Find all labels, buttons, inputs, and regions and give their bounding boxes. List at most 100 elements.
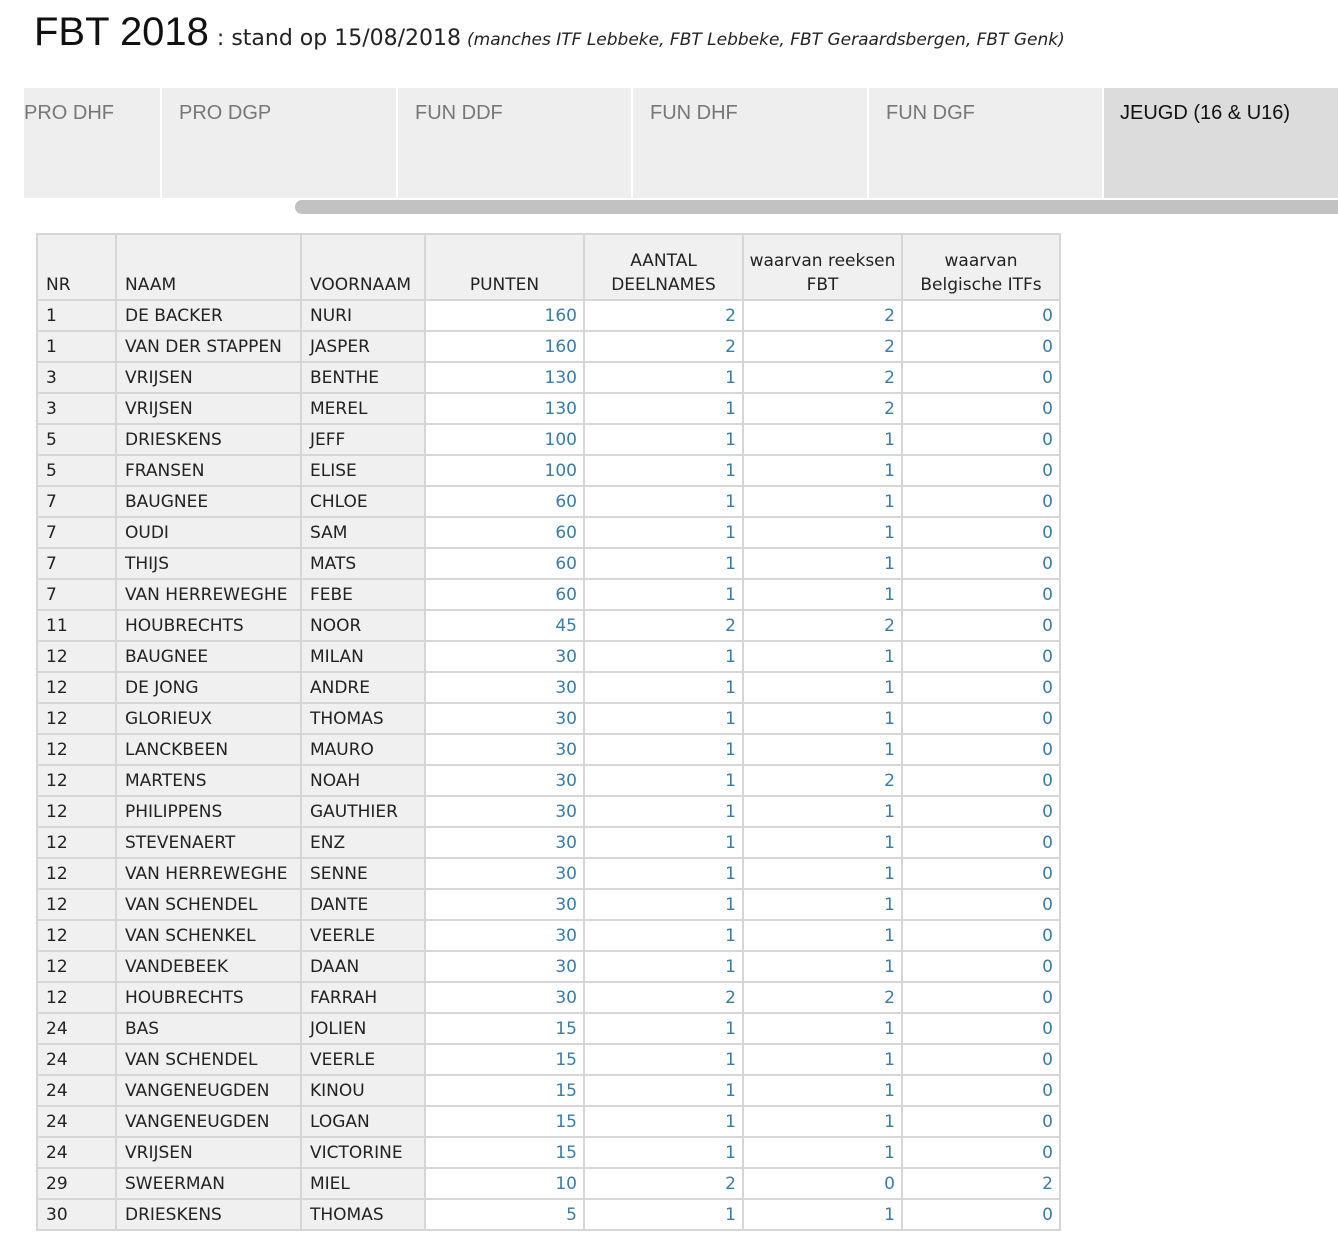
table-row: 12 HOUBRECHTS FARRAH 30 2 2 0 xyxy=(36,981,1061,1014)
cell-reeksen-fbt: 0 xyxy=(742,1167,903,1200)
cell-naam: VAN SCHENKEL xyxy=(115,919,302,952)
cell-aantal-deelnames: 1 xyxy=(583,1043,744,1076)
cell-naam: DE JONG xyxy=(115,671,302,704)
cell-belgische-itfs: 0 xyxy=(901,702,1061,735)
cell-nr: 12 xyxy=(36,795,117,828)
cell-voornaam: CHLOE xyxy=(300,485,426,518)
cell-nr: 24 xyxy=(36,1074,117,1107)
cell-aantal-deelnames: 2 xyxy=(583,330,744,363)
table-row: 24 VANGENEUGDEN KINOU 15 1 1 0 xyxy=(36,1074,1061,1107)
cell-punten: 60 xyxy=(424,578,585,611)
cell-aantal-deelnames: 2 xyxy=(583,1167,744,1200)
cell-aantal-deelnames: 1 xyxy=(583,1198,744,1231)
tab-jeugd[interactable]: JEUGD (16 & U16) xyxy=(1104,88,1338,198)
cell-belgische-itfs: 0 xyxy=(901,485,1061,518)
table-row: 7 VAN HERREWEGHE FEBE 60 1 1 0 xyxy=(36,578,1061,611)
cell-aantal-deelnames: 1 xyxy=(583,733,744,766)
cell-belgische-itfs: 0 xyxy=(901,516,1061,549)
cell-naam: OUDI xyxy=(115,516,302,549)
column-header-nr: NR xyxy=(36,234,117,300)
cell-punten: 30 xyxy=(424,640,585,673)
tab-label: PRO DGP xyxy=(179,102,272,124)
cell-voornaam: GAUTHIER xyxy=(300,795,426,828)
cell-punten: 30 xyxy=(424,671,585,704)
cell-aantal-deelnames: 1 xyxy=(583,423,744,456)
cell-reeksen-fbt: 2 xyxy=(742,609,903,642)
cell-voornaam: THOMAS xyxy=(300,702,426,735)
cell-nr: 24 xyxy=(36,1043,117,1076)
table-row: 12 VAN SCHENKEL VEERLE 30 1 1 0 xyxy=(36,919,1061,952)
cell-aantal-deelnames: 1 xyxy=(583,1012,744,1045)
table-row: 1 DE BACKER NURI 160 2 2 0 xyxy=(36,299,1061,332)
cell-voornaam: MILAN xyxy=(300,640,426,673)
cell-punten: 30 xyxy=(424,702,585,735)
cell-aantal-deelnames: 1 xyxy=(583,1105,744,1138)
table-row: 12 GLORIEUX THOMAS 30 1 1 0 xyxy=(36,702,1061,735)
table-row: 7 THIJS MATS 60 1 1 0 xyxy=(36,547,1061,580)
tab-label: PRO DHF xyxy=(24,102,114,124)
cell-reeksen-fbt: 1 xyxy=(742,919,903,952)
cell-aantal-deelnames: 1 xyxy=(583,454,744,487)
cell-naam: STEVENAERT xyxy=(115,826,302,859)
cell-voornaam: VEERLE xyxy=(300,919,426,952)
cell-belgische-itfs: 0 xyxy=(901,1136,1061,1169)
column-header-punten: PUNTEN xyxy=(424,234,585,300)
table-row: 12 VAN HERREWEGHE SENNE 30 1 1 0 xyxy=(36,857,1061,890)
cell-naam: DRIESKENS xyxy=(115,1198,302,1231)
table-header-row: NR NAAM VOORNAAM PUNTEN AANTAL DEELNAMES… xyxy=(36,234,1061,300)
tab-fun-ddf[interactable]: FUN DDF xyxy=(398,88,633,198)
cell-punten: 15 xyxy=(424,1043,585,1076)
cell-voornaam: VICTORINE xyxy=(300,1136,426,1169)
cell-reeksen-fbt: 1 xyxy=(742,826,903,859)
cell-belgische-itfs: 0 xyxy=(901,1074,1061,1107)
table-row: 5 FRANSEN ELISE 100 1 1 0 xyxy=(36,454,1061,487)
tab-label: JEUGD (16 & U16) xyxy=(1120,102,1291,124)
cell-belgische-itfs: 0 xyxy=(901,919,1061,952)
cell-belgische-itfs: 0 xyxy=(901,1105,1061,1138)
cell-voornaam: DANTE xyxy=(300,888,426,921)
cell-voornaam: THOMAS xyxy=(300,1198,426,1231)
cell-reeksen-fbt: 1 xyxy=(742,1074,903,1107)
cell-belgische-itfs: 0 xyxy=(901,578,1061,611)
cell-nr: 24 xyxy=(36,1136,117,1169)
cell-nr: 12 xyxy=(36,826,117,859)
cell-voornaam: JOLIEN xyxy=(300,1012,426,1045)
cell-belgische-itfs: 0 xyxy=(901,826,1061,859)
cell-naam: MARTENS xyxy=(115,764,302,797)
cell-punten: 130 xyxy=(424,361,585,394)
cell-reeksen-fbt: 2 xyxy=(742,392,903,425)
page-header: FBT 2018: stand op 15/08/2018 (manches IT… xyxy=(34,10,1065,55)
cell-belgische-itfs: 0 xyxy=(901,795,1061,828)
cell-naam: HOUBRECHTS xyxy=(115,981,302,1014)
cell-reeksen-fbt: 1 xyxy=(742,454,903,487)
cell-aantal-deelnames: 1 xyxy=(583,516,744,549)
table-row: 3 VRIJSEN MEREL 130 1 2 0 xyxy=(36,392,1061,425)
cell-naam: BAUGNEE xyxy=(115,640,302,673)
cell-nr: 7 xyxy=(36,578,117,611)
cell-nr: 12 xyxy=(36,857,117,890)
cell-belgische-itfs: 0 xyxy=(901,981,1061,1014)
cell-voornaam: MEREL xyxy=(300,392,426,425)
tab-fun-dhf[interactable]: FUN DHF xyxy=(633,88,869,198)
cell-punten: 30 xyxy=(424,888,585,921)
cell-reeksen-fbt: 1 xyxy=(742,547,903,580)
cell-belgische-itfs: 0 xyxy=(901,1043,1061,1076)
cell-voornaam: NURI xyxy=(300,299,426,332)
column-header-voornaam: VOORNAAM xyxy=(300,234,426,300)
cell-voornaam: LOGAN xyxy=(300,1105,426,1138)
cell-belgische-itfs: 0 xyxy=(901,764,1061,797)
tab-pro-dhf[interactable]: PRO DHF xyxy=(24,88,162,198)
page-title: FBT 2018 xyxy=(34,10,209,54)
table-row: 12 BAUGNEE MILAN 30 1 1 0 xyxy=(36,640,1061,673)
tab-pro-dgp[interactable]: PRO DGP xyxy=(162,88,398,198)
cell-nr: 1 xyxy=(36,299,117,332)
cell-belgische-itfs: 0 xyxy=(901,454,1061,487)
cell-reeksen-fbt: 1 xyxy=(742,578,903,611)
cell-nr: 12 xyxy=(36,640,117,673)
tab-fun-dgf[interactable]: FUN DGF xyxy=(869,88,1104,198)
cell-aantal-deelnames: 1 xyxy=(583,795,744,828)
tabs-scrollbar[interactable] xyxy=(295,200,1338,214)
cell-aantal-deelnames: 1 xyxy=(583,1074,744,1107)
table-row: 1 VAN DER STAPPEN JASPER 160 2 2 0 xyxy=(36,330,1061,363)
cell-nr: 7 xyxy=(36,516,117,549)
